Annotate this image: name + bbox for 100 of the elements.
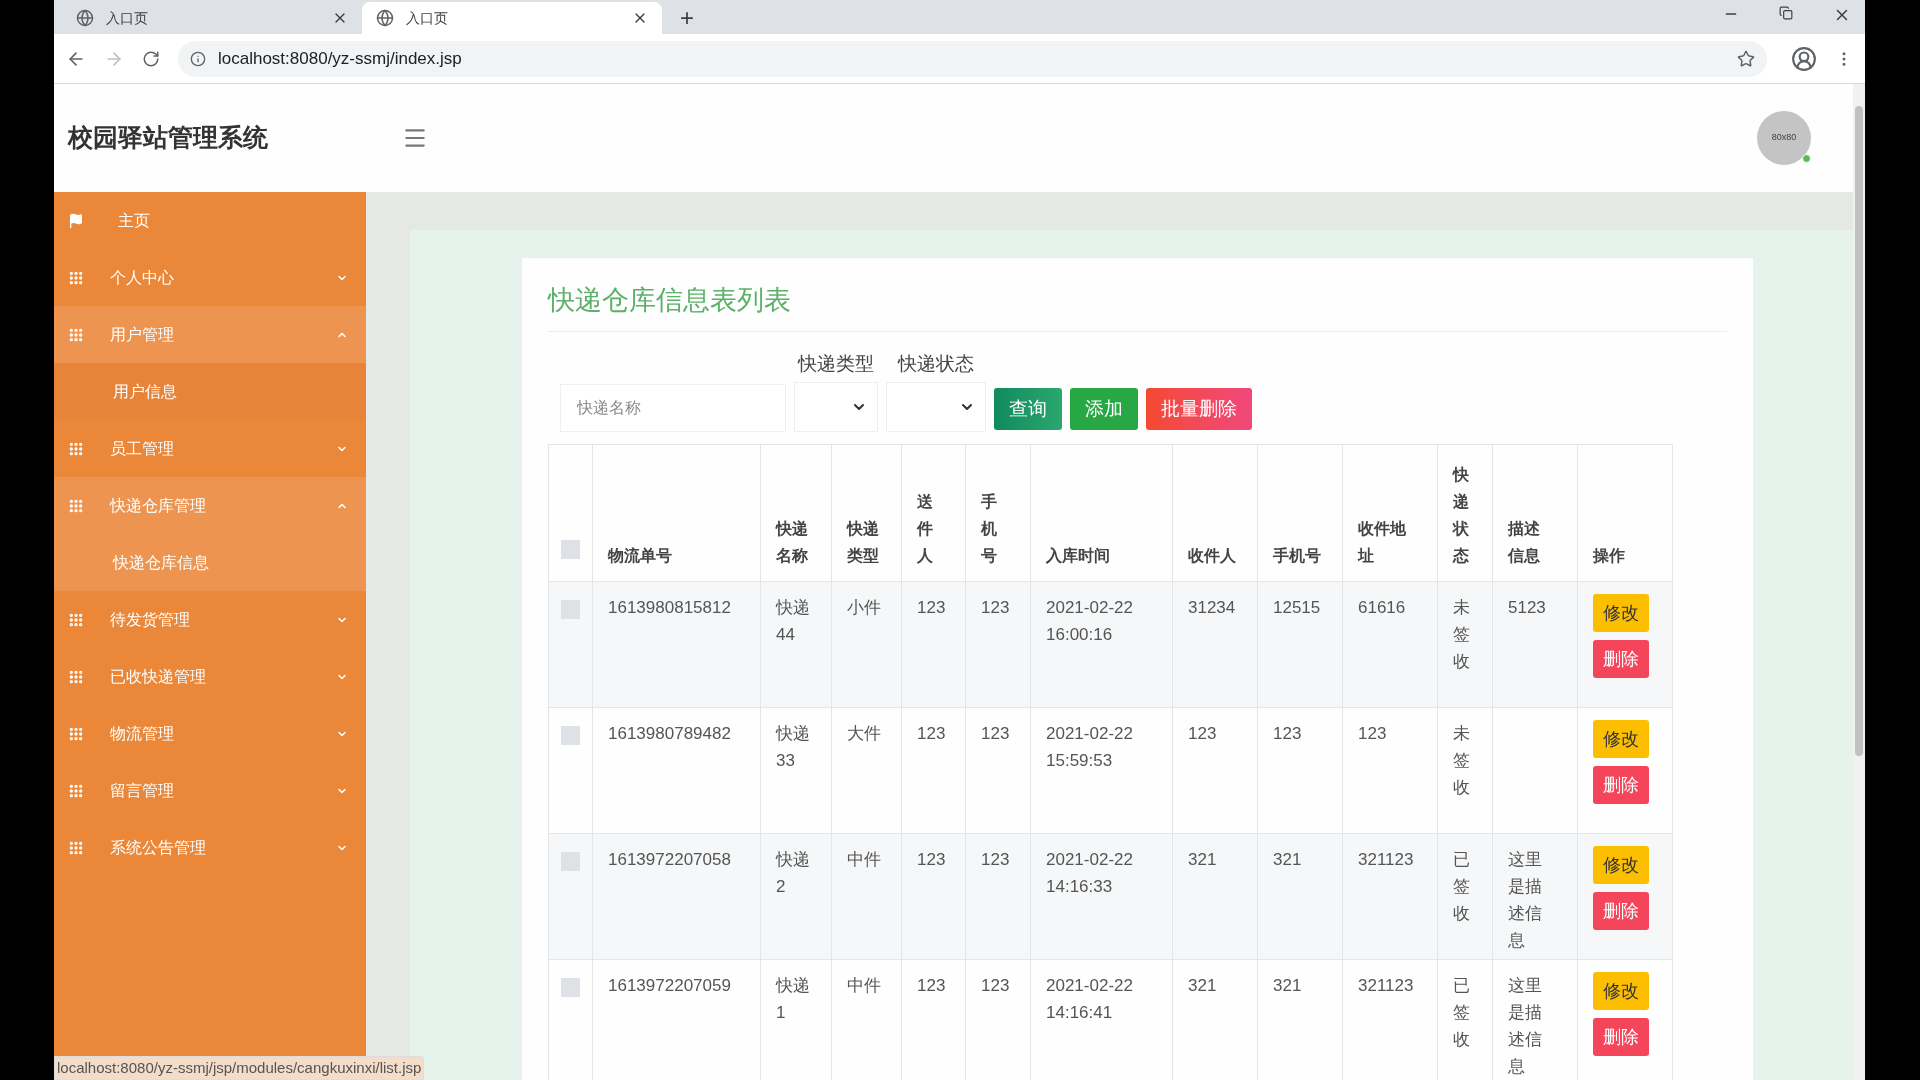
table-cell-text: 123 <box>917 597 947 619</box>
filter-button[interactable]: 批量删除 <box>1146 388 1252 430</box>
table-cell-text: 1613972207059 <box>608 975 732 997</box>
sidebar-item[interactable]: 快递仓库管理 <box>54 477 366 534</box>
delete-button[interactable]: 删除 <box>1593 766 1649 804</box>
new-tab-button[interactable]: + <box>680 6 694 30</box>
table-cell-text: 2021-02-22 16:00:16 <box>1046 597 1134 646</box>
table-cell-text: 321 <box>1188 849 1218 871</box>
sidebar-item[interactable]: 用户管理 <box>54 306 366 363</box>
bookmark-star-icon[interactable] <box>1737 49 1755 68</box>
column-header: 收件地址 <box>1358 519 1407 566</box>
checkbox[interactable] <box>561 978 580 997</box>
table-cell-text: 这里是描述信息 <box>1508 849 1543 952</box>
table-cell-text: 5123 <box>1508 597 1546 619</box>
table-cell-text: 321 <box>1273 975 1303 997</box>
table-cell-text: 已签收 <box>1453 975 1471 1051</box>
globe-icon <box>76 9 94 27</box>
column-header: 物流单号 <box>608 546 673 566</box>
table-cell-text: 123 <box>981 597 1011 619</box>
scrollbar[interactable] <box>1853 84 1865 1080</box>
grid-icon <box>68 725 84 742</box>
table-cell-text: 123 <box>917 849 947 871</box>
grid-icon <box>68 668 84 685</box>
table-cell-text: 321 <box>1273 849 1303 871</box>
address-bar[interactable]: localhost:8080/yz-ssmj/index.jsp <box>178 40 1767 77</box>
column-header: 快递名称 <box>776 519 809 566</box>
column-header: 描述信息 <box>1508 519 1541 566</box>
browser-tab[interactable]: 入口页 <box>62 2 362 34</box>
checkbox[interactable] <box>561 726 580 745</box>
delete-button[interactable]: 删除 <box>1593 640 1649 678</box>
table-cell-text: 大件 <box>847 723 882 745</box>
column-header: 操作 <box>1593 546 1626 566</box>
table-cell-text: 12515 <box>1273 597 1322 619</box>
restore-icon[interactable] <box>1779 6 1793 20</box>
table-cell-text: 31234 <box>1188 597 1237 619</box>
table-cell-text: 321 <box>1188 975 1218 997</box>
table-cell-text: 2021-02-22 14:16:33 <box>1046 849 1134 898</box>
table-cell-text: 321123 <box>1358 975 1415 997</box>
edit-button[interactable]: 修改 <box>1593 972 1649 1010</box>
grid-icon <box>68 611 84 628</box>
filter-label: 快递类型 <box>798 351 874 376</box>
table-cell-text: 2021-02-22 14:16:41 <box>1046 975 1134 1024</box>
column-header: 快递类型 <box>847 519 880 566</box>
avatar[interactable]: 80x80 <box>1757 111 1811 165</box>
submenu-item[interactable]: 快递仓库信息 <box>54 534 366 591</box>
column-header: 送件人 <box>917 492 934 566</box>
globe-icon <box>376 9 394 27</box>
table-cell-text: 快递2 <box>776 849 811 898</box>
table-cell-text: 这里是描述信息 <box>1508 975 1543 1078</box>
filter-button[interactable]: 添加 <box>1070 388 1138 430</box>
table-cell-text: 中件 <box>847 975 882 997</box>
checkbox[interactable] <box>561 852 580 871</box>
table-cell-text: 已签收 <box>1453 849 1471 925</box>
table-cell-text: 1613980789482 <box>608 723 732 745</box>
table-cell-text: 未签收 <box>1453 597 1471 673</box>
column-header: 收件人 <box>1188 546 1237 566</box>
table-cell-text: 2021-02-22 15:59:53 <box>1046 723 1134 772</box>
table-cell-text: 123 <box>981 849 1011 871</box>
table-cell-text: 1613972207058 <box>608 849 732 871</box>
column-header: 手机号 <box>981 492 998 566</box>
filter-label: 快递状态 <box>898 351 974 376</box>
table-cell-text: 123 <box>981 975 1011 997</box>
table-cell-text: 123 <box>981 723 1011 745</box>
edit-button[interactable]: 修改 <box>1593 720 1649 758</box>
table-cell-text: 123 <box>1188 723 1218 745</box>
table-cell-text: 快递1 <box>776 975 811 1024</box>
column-header: 手机号 <box>1273 546 1322 566</box>
flag-icon <box>68 212 84 229</box>
table-cell-text: 123 <box>917 723 947 745</box>
reload-icon[interactable] <box>142 49 160 68</box>
table-cell-text: 123 <box>917 975 947 997</box>
edit-button[interactable]: 修改 <box>1593 594 1649 632</box>
grid-icon <box>68 782 84 799</box>
table-cell-text: 快递33 <box>776 723 811 772</box>
grid-icon <box>68 269 84 286</box>
app-title: 校园驿站管理系统 <box>66 122 269 154</box>
checkbox[interactable] <box>561 540 580 559</box>
delete-button[interactable]: 删除 <box>1593 1018 1649 1056</box>
table-cell-text: 小件 <box>847 597 882 619</box>
filter-button[interactable]: 查询 <box>994 388 1062 430</box>
column-header: 入库时间 <box>1046 546 1111 566</box>
delete-button[interactable]: 删除 <box>1593 892 1649 930</box>
table-cell-text: 61616 <box>1358 597 1407 619</box>
grid-icon <box>68 839 84 856</box>
table-cell-text: 快递44 <box>776 597 811 646</box>
edit-button[interactable]: 修改 <box>1593 846 1649 884</box>
browser-tab[interactable]: 入口页 <box>362 2 662 34</box>
column-header: 快递状态 <box>1453 465 1470 566</box>
grid-icon <box>68 440 84 457</box>
grid-icon <box>68 326 84 343</box>
info-icon <box>190 50 206 67</box>
table-cell-text: 123 <box>1273 723 1303 745</box>
search-field[interactable]: 快递名称 <box>560 384 786 432</box>
checkbox[interactable] <box>561 600 580 619</box>
profile-icon[interactable] <box>1791 45 1817 72</box>
table-cell-text: 未签收 <box>1453 723 1471 799</box>
table-cell-text: 123 <box>1358 723 1388 745</box>
table-cell-text: 1613980815812 <box>608 597 732 619</box>
table-cell-text: 321123 <box>1358 849 1415 871</box>
grid-icon <box>68 497 84 514</box>
